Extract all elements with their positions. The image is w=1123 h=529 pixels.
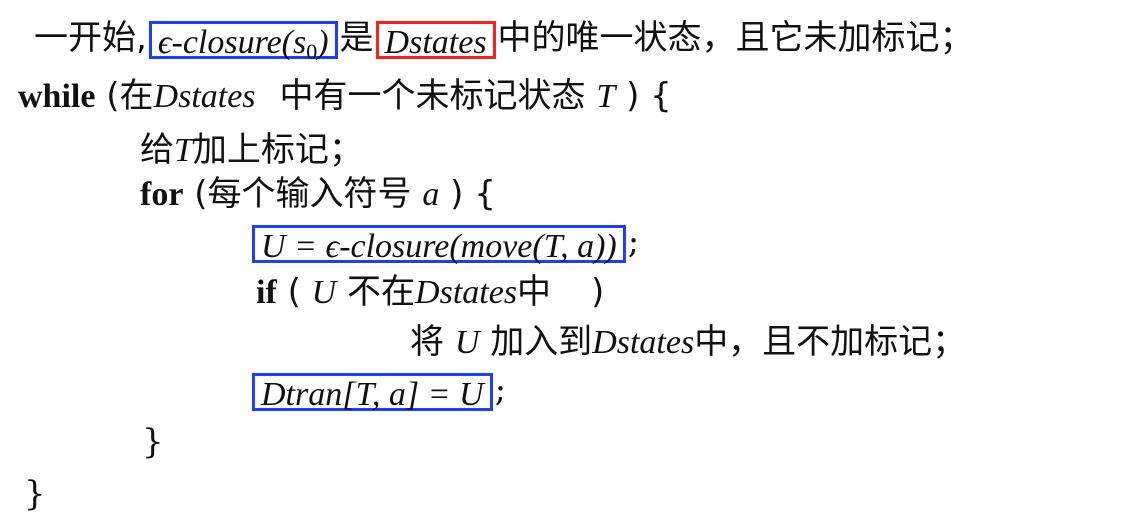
while-rest: 中有一个未标记状态 (279, 76, 586, 116)
algorithm-line-if: if ( U 不在Dstates中) (256, 270, 604, 314)
algorithm-line-mark: 给T加上标记； (140, 128, 363, 172)
closure-close-paren: ) (317, 24, 329, 61)
for-var-a: a (422, 176, 440, 213)
algorithm-line-compute-u: U = ϵ-closure(move(T, a)); (250, 220, 640, 265)
for-keyword: for (140, 176, 184, 213)
epsilon-closure-s0-highlight: ϵ-closure(s0) (148, 21, 338, 64)
u-assignment-highlight: U = ϵ-closure(move(T, a)) (252, 225, 626, 265)
close-while-brace: } (24, 474, 46, 514)
init-suffix: 中的唯一状态，且它未加标记； (497, 18, 974, 58)
dtran-assignment-highlight: Dtran[T, a] = U (252, 373, 493, 413)
algorithm-line-close-while: } (24, 472, 46, 516)
subscript-zero: 0 (306, 39, 318, 64)
add-var-u: U (454, 324, 480, 361)
dstates-highlight: Dstates (375, 21, 496, 61)
init-mid: 是 (339, 18, 374, 58)
if-dstates: Dstates (415, 274, 518, 311)
while-keyword: while (18, 78, 96, 115)
add-prefix: 将 (410, 322, 444, 362)
add-dstates: Dstates (592, 324, 695, 361)
if-keyword: if (256, 274, 277, 311)
algorithm-document: 一开始, ϵ-closure(s0) 是 Dstates 中的唯一状态，且它未加标记； … (0, 0, 1123, 529)
init-prefix: 一开始, (34, 18, 147, 58)
epsilon-closure-text: ϵ-closure(s (157, 24, 307, 61)
mark-prefix: 给 (140, 130, 174, 170)
if-var-u: U (311, 274, 337, 311)
while-close: ) { (626, 76, 672, 116)
if-suffix: 中 (517, 272, 552, 312)
algorithm-line-dtran: Dtran[T, a] = U; (250, 368, 507, 413)
if-close: ) (591, 272, 605, 312)
mark-var-t: T (174, 132, 193, 169)
algorithm-line-for: for (每个输入符号 a ) { (140, 172, 496, 216)
add-mid: 加入到 (490, 322, 593, 362)
while-open: (在 (106, 76, 154, 116)
algorithm-line-init: 一开始, ϵ-closure(s0) 是 Dstates 中的唯一状态，且它未加标记； (34, 16, 974, 64)
if-open: ( (287, 272, 301, 312)
for-open: (每个输入符号 (194, 174, 412, 214)
for-close: ) { (450, 174, 496, 214)
mark-suffix: 加上标记； (192, 130, 363, 170)
while-var-t: T (596, 78, 616, 115)
compute-u-semicolon: ; (627, 222, 640, 262)
add-suffix: 中，且不加标记； (694, 322, 967, 362)
dtran-semicolon: ; (494, 370, 507, 410)
while-dstates: Dstates (153, 78, 256, 115)
if-mid: 不在 (347, 272, 416, 312)
close-for-brace: } (142, 422, 164, 462)
algorithm-line-while: while (在Dstates 中有一个未标记状态 T ) { (18, 74, 672, 118)
algorithm-line-add: 将 U 加入到Dstates中，且不加标记； (410, 320, 966, 364)
algorithm-line-close-for: } (142, 420, 164, 464)
